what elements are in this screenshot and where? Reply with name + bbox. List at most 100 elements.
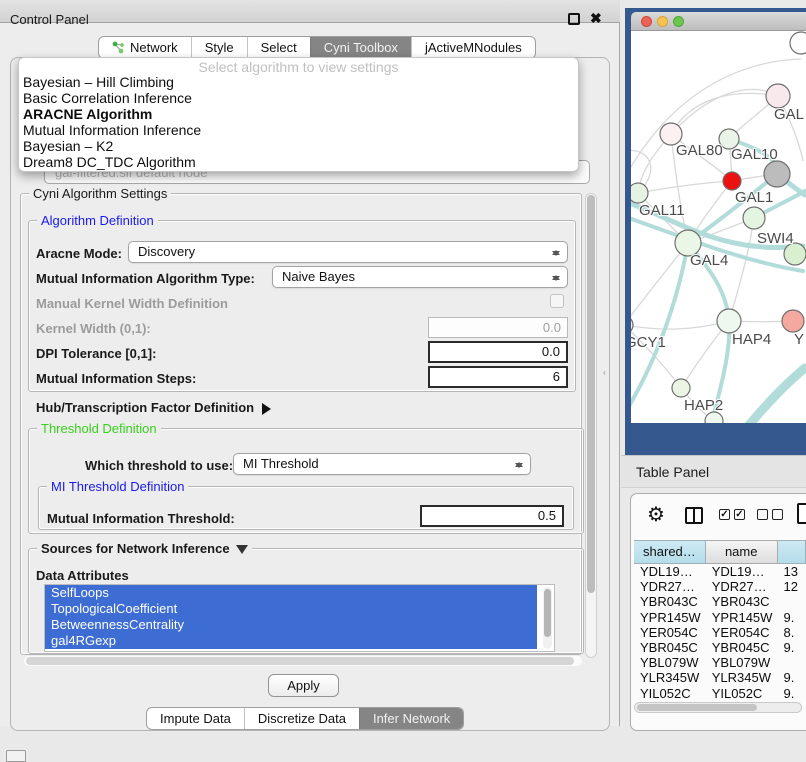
column-header-shared…[interactable]: shared…	[634, 540, 706, 564]
network-node-hap2[interactable]	[672, 379, 690, 397]
network-node-hap4[interactable]	[717, 309, 741, 333]
document-icon[interactable]	[797, 503, 806, 524]
table-row[interactable]: YBL079WYBL079W	[634, 655, 806, 670]
table-row[interactable]: YBR043CYBR043C	[634, 594, 806, 609]
scrollbar-thumb[interactable]	[544, 589, 551, 637]
float-window-icon[interactable]	[568, 13, 580, 25]
network-node[interactable]	[764, 161, 790, 187]
network-canvas[interactable]: GALGAL80GAL10GAL1GAL11SWI4GAL4GCY1HAP4YH…	[631, 31, 806, 423]
collapse-down-icon	[236, 545, 248, 560]
table-cell: YBR045C	[634, 640, 706, 655]
split-columns-icon[interactable]	[685, 507, 703, 524]
table-cell: YDR27…	[634, 579, 706, 594]
panel-divider-handle[interactable]: ‹	[603, 369, 609, 376]
dropdown-item[interactable]: Bayesian – K2	[19, 138, 578, 154]
gear-icon[interactable]: ⚙	[647, 505, 665, 525]
table-cell: 12	[777, 579, 806, 594]
table-cell: 9.	[777, 686, 806, 701]
dropdown-item[interactable]: Mutual Information Inference	[19, 122, 578, 138]
checked-checkbox-icon[interactable]: ✓	[719, 509, 730, 520]
table-cell: 9.	[777, 670, 806, 685]
apply-button[interactable]: Apply	[268, 674, 339, 697]
dropdown-item[interactable]: Dream8 DC_TDC Algorithm	[19, 154, 578, 170]
list-vertical-scrollbar[interactable]	[543, 587, 552, 649]
kernel-width-field[interactable]: 0.0	[428, 317, 568, 338]
table-cell: 9.	[777, 640, 806, 655]
table-row[interactable]: YLR345WYLR345W9.	[634, 670, 806, 685]
tab-select[interactable]: Select	[247, 37, 310, 58]
tab-label: jActiveMNodules	[425, 40, 522, 55]
mi-steps-label: Mutual Information Steps:	[36, 371, 196, 386]
hub-definition-toggle[interactable]: Hub/Transcription Factor Definition	[36, 400, 277, 415]
table-row[interactable]: YDL19…YDL19…13	[634, 564, 806, 579]
dropdown-item[interactable]: ARACNE Algorithm	[19, 106, 578, 122]
mi-steps-field[interactable]: 6	[428, 366, 568, 388]
network-node-swi4[interactable]	[743, 207, 765, 229]
sources-toggle[interactable]: Sources for Network Inference	[37, 541, 252, 560]
table-cell: YDL19…	[706, 564, 778, 579]
checked-checkbox-icon[interactable]: ✓	[734, 509, 745, 520]
table-cell: 9.	[777, 610, 806, 625]
attribute-list-item[interactable]: BetweennessCentrality	[45, 617, 537, 633]
network-node-y[interactable]	[782, 310, 804, 332]
column-header-clipped[interactable]	[778, 540, 806, 564]
node-label: GAL11	[639, 202, 685, 219]
close-icon[interactable]: ✖	[590, 10, 602, 27]
mi-type-select[interactable]: Naive Bayes	[272, 266, 568, 288]
minimize-traffic-light-icon[interactable]	[657, 16, 668, 27]
tab-network[interactable]: Network	[99, 37, 191, 58]
network-node-gal1[interactable]	[723, 172, 741, 190]
mi-threshold-field[interactable]: 0.5	[420, 505, 564, 527]
settings-vertical-scrollbar[interactable]	[585, 193, 597, 658]
attribute-list-item[interactable]: gal4RGexp	[45, 633, 537, 649]
attribute-list-item[interactable]: SelfLoops	[45, 585, 537, 601]
dropdown-item[interactable]: Basic Correlation Inference	[19, 90, 578, 106]
network-edge[interactable]	[729, 218, 754, 321]
close-traffic-light-icon[interactable]	[641, 16, 652, 27]
network-edge[interactable]	[671, 93, 778, 134]
node-label: GAL80	[676, 142, 723, 159]
dpi-tolerance-field[interactable]: 0.0	[428, 341, 568, 363]
manual-kernel-checkbox[interactable]	[550, 294, 564, 308]
zoom-traffic-light-icon[interactable]	[673, 16, 684, 27]
network-node[interactable]	[790, 32, 806, 54]
minimized-panel-icon[interactable]	[6, 750, 26, 762]
table-horizontal-scrollbar[interactable]	[634, 702, 802, 713]
aracne-mode-select[interactable]: Discovery	[128, 241, 568, 263]
unchecked-checkbox-icon[interactable]	[757, 509, 768, 520]
tab-infer-network[interactable]: Infer Network	[359, 708, 463, 729]
tab-cyni-toolbox[interactable]: Cyni Toolbox	[310, 37, 411, 58]
unchecked-checkbox-icon[interactable]	[772, 509, 783, 520]
dropdown-item[interactable]: Bayesian – Hill Climbing	[19, 74, 578, 90]
table-row[interactable]: YDR27…YDR27…12	[634, 579, 806, 594]
settings-horizontal-scrollbar[interactable]	[24, 656, 582, 666]
node-attribute-table[interactable]: shared…nameYDL19…YDL19…13YDR27…YDR27…12Y…	[634, 540, 806, 702]
table-row[interactable]: YBR045CYBR045C9.	[634, 640, 806, 655]
attribute-list-item[interactable]: TopologicalCoefficient	[45, 601, 537, 617]
column-header-name[interactable]: name	[706, 540, 778, 564]
network-edge[interactable]	[631, 321, 729, 329]
scrollbar-thumb[interactable]	[26, 657, 574, 665]
threshold-select[interactable]: MI Threshold	[233, 453, 531, 475]
tab-impute-data[interactable]: Impute Data	[147, 708, 244, 729]
mi-threshold-label: Mutual Information Threshold:	[47, 511, 235, 526]
scrollbar-thumb[interactable]	[637, 704, 757, 711]
stepper-arrows-icon	[551, 245, 560, 261]
network-edge[interactable]	[638, 181, 732, 193]
aracne-mode-label: Aracne Mode:	[36, 246, 122, 261]
tab-discretize-data[interactable]: Discretize Data	[244, 708, 359, 729]
node-label: GCY1	[631, 334, 666, 351]
table-row[interactable]: YPR145WYPR145W9.	[634, 610, 806, 625]
table-row[interactable]: YIL052CYIL052C9.	[634, 686, 806, 701]
network-edge-highlighted[interactable]	[749, 368, 805, 423]
network-node-gal11[interactable]	[631, 183, 648, 203]
kernel-width-label: Kernel Width (0,1):	[36, 321, 151, 336]
network-edge-highlighted[interactable]	[688, 243, 729, 423]
data-attributes-list[interactable]: SelfLoopsTopologicalCoefficientBetweenne…	[44, 584, 555, 652]
network-node-gal[interactable]	[766, 84, 790, 108]
tab-jactivemnodules[interactable]: jActiveMNodules	[411, 37, 535, 58]
tab-style[interactable]: Style	[191, 37, 247, 58]
table-row[interactable]: YER054CYER054C8.	[634, 625, 806, 640]
mi-type-value: Naive Bayes	[282, 269, 355, 284]
scrollbar-thumb[interactable]	[587, 195, 595, 593]
